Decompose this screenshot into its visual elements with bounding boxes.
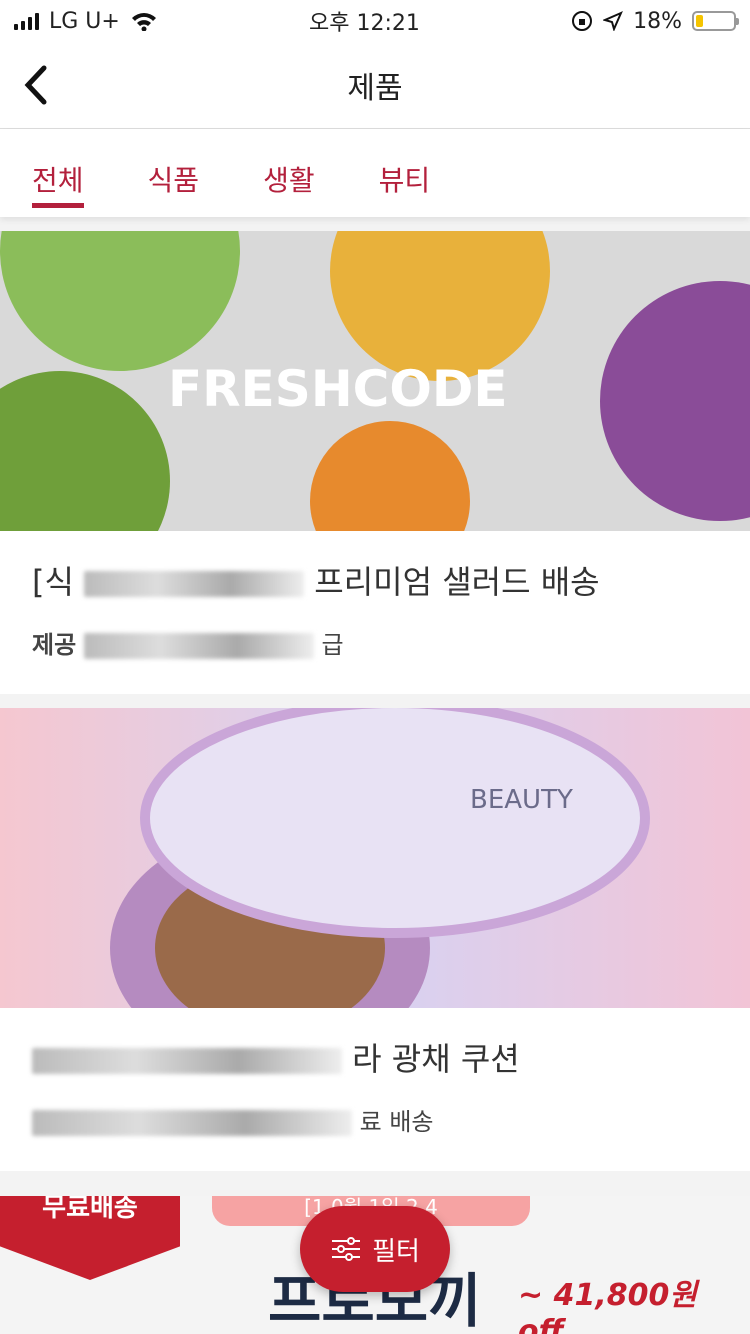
card-subtitle: 료 배송: [32, 1102, 718, 1137]
nav-bar: 제품: [0, 42, 750, 129]
card-title-suffix: 프리미엄 샐러드 배송: [314, 563, 600, 601]
signal-icon: [14, 12, 39, 30]
card-subtitle: 제공 급: [32, 625, 718, 660]
product-brand-text: BEAUTY: [470, 785, 573, 815]
redacted-text: [32, 1110, 352, 1136]
category-tabs: 전체 식품 생활 뷰티: [0, 129, 750, 217]
tab-food[interactable]: 식품: [148, 129, 200, 217]
status-left: LG U+: [14, 9, 158, 34]
tab-living[interactable]: 생활: [263, 129, 315, 217]
card-title-prefix: [식: [32, 563, 74, 601]
battery-icon: [692, 11, 739, 31]
redacted-text: [84, 571, 305, 597]
sliders-icon: [332, 1237, 361, 1261]
filter-label: 필터: [372, 1236, 420, 1267]
filter-button[interactable]: 필터: [300, 1206, 450, 1292]
status-time: 오후 12:21: [309, 11, 420, 36]
card-sub-prefix: 제공: [32, 631, 77, 659]
card-title-suffix: 라 광채 쿠션: [352, 1040, 520, 1078]
brand-logo-text: FRESHCODE: [168, 360, 508, 418]
card-body: [식 프리미엄 샐러드 배송 제공 급: [0, 531, 750, 694]
card-title: [식 프리미엄 샐러드 배송: [32, 557, 718, 603]
product-card[interactable]: BEAUTY 라 광채 쿠션 료 배송: [0, 708, 750, 1171]
promo-discount: ~ 41,800원 off: [518, 1278, 697, 1334]
status-right: 18%: [571, 8, 739, 34]
cushion-image: BEAUTY: [0, 708, 750, 1008]
page-title: 제품: [347, 71, 403, 106]
salad-image: FRESHCODE: [0, 231, 750, 531]
tab-all[interactable]: 전체: [32, 129, 84, 217]
card-title: 라 광채 쿠션: [32, 1034, 718, 1080]
card-sub-suffix: 료 배송: [359, 1108, 434, 1136]
battery-percent: 18%: [633, 8, 682, 34]
location-icon: [603, 11, 624, 31]
back-chevron-icon[interactable]: [14, 60, 64, 110]
wifi-icon: [131, 13, 156, 31]
redacted-text: [83, 633, 314, 659]
product-card[interactable]: FRESHCODE [식 프리미엄 샐러드 배송 제공 급: [0, 231, 750, 694]
tab-beauty[interactable]: 뷰티: [379, 129, 431, 217]
redacted-text: [32, 1048, 342, 1074]
card-sub-suffix: 급: [321, 631, 344, 659]
status-bar: LG U+ 오후 12:21 18%: [0, 0, 750, 42]
rotation-lock-icon: [572, 11, 593, 31]
card-body: 라 광채 쿠션 료 배송: [0, 1008, 750, 1171]
free-shipping-badge: 무료배송: [0, 1196, 180, 1280]
carrier-label: LG U+: [49, 8, 120, 34]
